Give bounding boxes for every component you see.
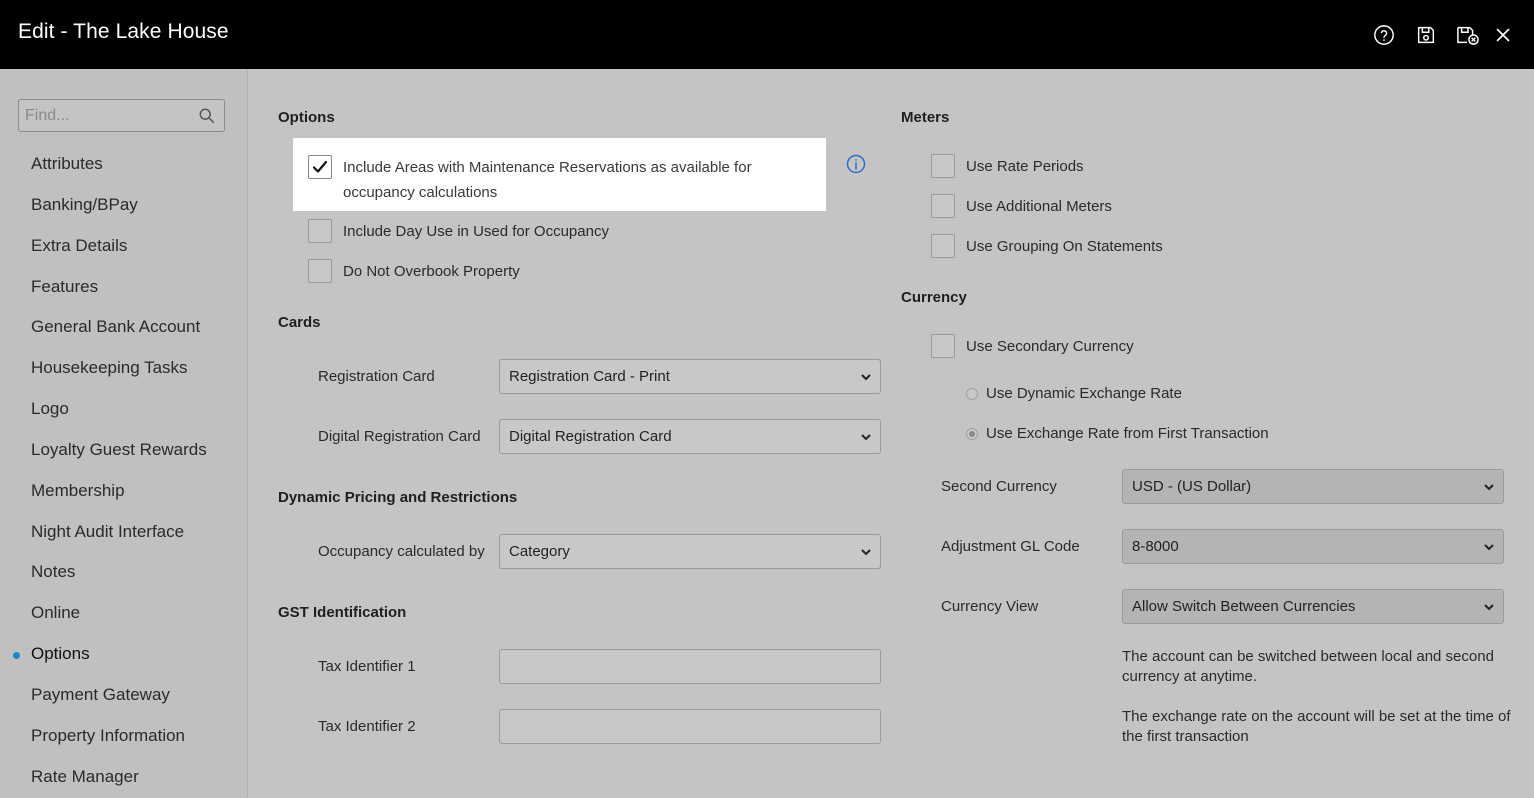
dynamic-exchange-rate-label: Use Dynamic Exchange Rate (986, 385, 1182, 402)
sidebar-item-general-bank-account[interactable]: General Bank Account (31, 317, 200, 337)
options-section-title: Options (278, 109, 335, 126)
sidebar-item-extra-details[interactable]: Extra Details (31, 236, 127, 256)
do-not-overbook-label: Do Not Overbook Property (343, 263, 520, 280)
currency-view-select[interactable]: Allow Switch Between Currencies (1122, 589, 1504, 624)
use-secondary-currency-label: Use Secondary Currency (966, 338, 1134, 355)
digital-registration-card-select[interactable]: Digital Registration Card (499, 419, 881, 454)
second-currency-value: USD - (US Dollar) (1132, 478, 1252, 495)
tax-identifier-1-input[interactable] (500, 650, 884, 685)
sidebar-item-property-information[interactable]: Property Information (31, 726, 185, 746)
use-additional-meters-label: Use Additional Meters (966, 198, 1112, 215)
info-icon[interactable] (846, 154, 866, 174)
close-icon[interactable] (1491, 23, 1515, 47)
include-day-use-label: Include Day Use in Used for Occupancy (343, 223, 609, 240)
save-icon[interactable] (1414, 23, 1438, 47)
use-secondary-currency-checkbox[interactable] (931, 334, 955, 358)
registration-card-select[interactable]: Registration Card - Print (499, 359, 881, 394)
first-transaction-rate-radio[interactable] (966, 428, 978, 440)
sidebar-item-rate-manager[interactable]: Rate Manager (31, 767, 139, 787)
sidebar-item-attributes[interactable]: Attributes (31, 154, 103, 174)
sidebar-item-housekeeping-tasks[interactable]: Housekeeping Tasks (31, 358, 188, 378)
dynamic-exchange-rate-radio[interactable] (966, 388, 978, 400)
main-content: Options Include Areas with Maintenance R… (248, 69, 1534, 798)
active-indicator-dot (13, 652, 20, 659)
occupancy-calculated-by-select[interactable]: Category (499, 534, 881, 569)
use-additional-meters-checkbox[interactable] (931, 194, 955, 218)
sidebar-item-loyalty-guest-rewards[interactable]: Loyalty Guest Rewards (31, 440, 207, 460)
sidebar-item-notes[interactable]: Notes (31, 562, 75, 582)
sidebar-item-membership[interactable]: Membership (31, 481, 125, 501)
save-exit-icon[interactable] (1454, 23, 1482, 47)
currency-note-exchange-rate: The exchange rate on the account will be… (1122, 708, 1511, 745)
digital-registration-card-value: Digital Registration Card (509, 428, 672, 445)
registration-card-value: Registration Card - Print (509, 368, 670, 385)
occupancy-calculated-by-label: Occupancy calculated by (318, 543, 485, 560)
currency-note-switch: The account can be switched between loca… (1122, 648, 1494, 685)
chevron-down-icon (861, 549, 871, 556)
tax-identifier-2-label: Tax Identifier 2 (318, 718, 416, 735)
chevron-down-icon (1484, 604, 1494, 611)
search-icon[interactable] (198, 107, 216, 125)
sidebar: Attributes Banking/BPay Extra Details Fe… (0, 69, 248, 798)
adjustment-gl-code-select[interactable]: 8-8000 (1122, 529, 1504, 564)
chevron-down-icon (861, 374, 871, 381)
dynamic-pricing-section-title: Dynamic Pricing and Restrictions (278, 489, 518, 506)
sidebar-item-payment-gateway[interactable]: Payment Gateway (31, 685, 170, 705)
sidebar-item-night-audit-interface[interactable]: Night Audit Interface (31, 522, 184, 542)
title-bar: Edit - The Lake House (0, 0, 1534, 69)
digital-registration-card-label: Digital Registration Card (318, 428, 481, 445)
currency-view-value: Allow Switch Between Currencies (1132, 598, 1356, 615)
use-rate-periods-checkbox[interactable] (931, 154, 955, 178)
chevron-down-icon (1484, 544, 1494, 551)
check-icon (312, 160, 328, 173)
use-grouping-label: Use Grouping On Statements (966, 238, 1163, 255)
tax-identifier-2-field[interactable] (499, 709, 884, 745)
registration-card-label: Registration Card (318, 368, 435, 385)
sidebar-item-online[interactable]: Online (31, 603, 80, 623)
adjustment-gl-code-label: Adjustment GL Code (941, 538, 1080, 555)
tax-identifier-1-label: Tax Identifier 1 (318, 658, 416, 675)
chevron-down-icon (1484, 484, 1494, 491)
occupancy-calculated-by-value: Category (509, 543, 570, 560)
use-grouping-checkbox[interactable] (931, 234, 955, 258)
window-title: Edit - The Lake House (18, 20, 229, 43)
use-rate-periods-label: Use Rate Periods (966, 158, 1084, 175)
second-currency-select[interactable]: USD - (US Dollar) (1122, 469, 1504, 504)
include-maintenance-checkbox[interactable] (308, 155, 332, 179)
currency-section-title: Currency (901, 289, 967, 306)
cards-section-title: Cards (278, 314, 321, 331)
meters-section-title: Meters (901, 109, 950, 126)
sidebar-item-logo[interactable]: Logo (31, 399, 69, 419)
chevron-down-icon (861, 434, 871, 441)
include-maintenance-label: Include Areas with Maintenance Reservati… (343, 159, 752, 201)
adjustment-gl-code-value: 8-8000 (1132, 538, 1179, 555)
sidebar-item-options[interactable]: Options (31, 644, 90, 664)
tax-identifier-2-input[interactable] (500, 710, 884, 745)
find-box (18, 99, 225, 132)
sidebar-item-banking-bpay[interactable]: Banking/BPay (31, 195, 138, 215)
gst-section-title: GST Identification (278, 604, 407, 621)
do-not-overbook-checkbox[interactable] (308, 259, 332, 283)
include-day-use-checkbox[interactable] (308, 219, 332, 243)
help-icon[interactable] (1372, 23, 1396, 47)
find-input[interactable] (19, 100, 194, 131)
first-transaction-rate-label: Use Exchange Rate from First Transaction (986, 425, 1269, 442)
sidebar-item-features[interactable]: Features (31, 277, 98, 297)
currency-view-label: Currency View (941, 598, 1039, 615)
second-currency-label: Second Currency (941, 478, 1057, 495)
tax-identifier-1-field[interactable] (499, 649, 884, 685)
